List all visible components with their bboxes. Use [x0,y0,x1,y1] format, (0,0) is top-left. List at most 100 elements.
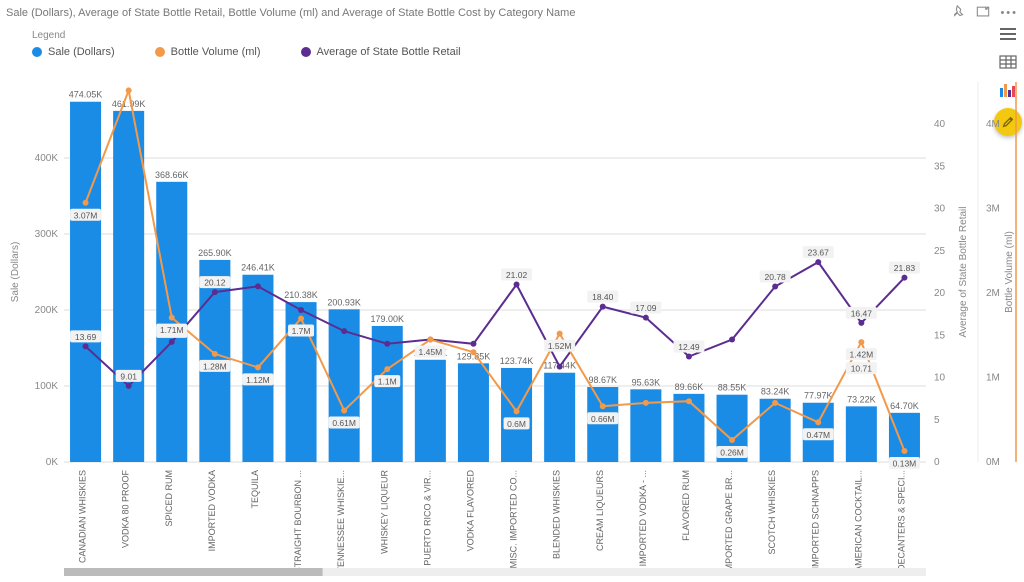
category-label: BLENDED WHISKIES [552,470,562,559]
y-left-axis-label: Sale (Dollars) [10,242,21,303]
retail-point[interactable] [815,259,821,265]
bar[interactable] [458,363,489,462]
bar[interactable] [587,387,618,462]
category-label: TENNESSEE WHISKIE... [336,470,346,573]
volume-point[interactable] [557,331,563,337]
bar[interactable] [70,102,101,462]
retail-label: 20.78 [765,272,787,282]
volume-point[interactable] [901,448,907,454]
legend-item-sale[interactable]: Sale (Dollars) [32,46,115,58]
retail-point[interactable] [901,275,907,281]
bar[interactable] [846,406,877,462]
retail-point[interactable] [384,341,390,347]
retail-label: 21.02 [506,270,528,280]
volume-point[interactable] [686,398,692,404]
y-right1-axis-label: Average of State Bottle Retail [958,206,969,337]
hamburger-icon[interactable] [997,24,1019,44]
bar[interactable] [113,111,144,462]
bar-value-label: 368.66K [155,170,189,180]
bar[interactable] [889,413,920,462]
category-label: CREAM LIQUEURS [595,470,605,551]
retail-point[interactable] [126,383,132,389]
volume-point[interactable] [126,87,132,93]
volume-point[interactable] [815,419,821,425]
retail-point[interactable] [83,343,89,349]
bar[interactable] [415,360,446,462]
retail-label: 18.40 [592,292,614,302]
volume-point[interactable] [427,337,433,343]
volume-label: 1.12M [246,375,270,385]
volume-point[interactable] [341,407,347,413]
retail-point[interactable] [858,320,864,326]
category-label: IMPORTED SCHNAPPS [810,470,820,569]
svg-text:3M: 3M [986,204,1000,215]
volume-point[interactable] [858,339,864,345]
volume-point[interactable] [729,437,735,443]
focus-mode-icon[interactable] [976,5,990,22]
bar-value-label: 210.38K [284,290,318,300]
volume-label: 1.71M [160,325,184,335]
bar[interactable] [156,182,187,462]
volume-point[interactable] [212,351,218,357]
more-options-icon[interactable]: ••• [1000,7,1018,19]
volume-label: 0.47M [806,430,830,440]
legend-label-volume: Bottle Volume (ml) [171,46,261,58]
svg-text:200K: 200K [35,305,59,316]
category-label: SCOTCH WHISKIES [767,470,777,555]
volume-label: 0.61M [332,418,356,428]
volume-point[interactable] [772,400,778,406]
category-label: PUERTO RICO & VIR... [422,470,432,566]
volume-label: 10.71 [851,364,873,374]
legend-item-retail[interactable]: Average of State Bottle Retail [301,46,461,58]
volume-point[interactable] [169,315,175,321]
bar-value-label: 265.90K [198,248,232,258]
retail-point[interactable] [557,364,563,370]
volume-point[interactable] [600,403,606,409]
svg-text:0: 0 [934,457,940,468]
retail-point[interactable] [298,307,304,313]
retail-label: 9.01 [120,371,137,381]
svg-text:35: 35 [934,161,946,172]
bar[interactable] [501,368,532,462]
volume-point[interactable] [384,366,390,372]
volume-label: 0.26M [720,448,744,458]
bar-value-label: 83.24K [761,387,790,397]
combo-chart[interactable]: 0K100K200K300K400K05101520253035400M1M2M… [0,70,1024,582]
svg-text:40: 40 [934,119,946,130]
retail-label: 21.83 [894,263,916,273]
retail-point[interactable] [212,289,218,295]
volume-label: 0.6M [507,419,526,429]
retail-point[interactable] [686,354,692,360]
bar[interactable] [544,373,575,462]
legend-item-volume[interactable]: Bottle Volume (ml) [155,46,261,58]
retail-point[interactable] [169,339,175,345]
retail-point[interactable] [643,315,649,321]
retail-point[interactable] [255,283,261,289]
retail-point[interactable] [341,328,347,334]
volume-point[interactable] [470,349,476,355]
legend-swatch-retail [301,47,311,57]
volume-label: 0.66M [591,414,615,424]
bar-value-label: 98.67K [588,375,617,385]
svg-text:30: 30 [934,204,946,215]
pin-icon[interactable] [952,5,966,22]
retail-point[interactable] [470,341,476,347]
retail-point[interactable] [514,281,520,287]
retail-label: 16.47 [851,308,873,318]
volume-point[interactable] [255,364,261,370]
retail-point[interactable] [772,284,778,290]
bar-value-label: 73.22K [847,394,876,404]
volume-point[interactable] [298,315,304,321]
volume-point[interactable] [643,400,649,406]
table-view-icon[interactable] [997,52,1019,72]
volume-point[interactable] [83,200,89,206]
retail-point[interactable] [600,304,606,310]
category-scrollbar-thumb[interactable] [64,568,323,576]
volume-label: 1.1M [378,377,397,387]
volume-point[interactable] [514,408,520,414]
category-label: IMPORTED VODKA [207,470,217,551]
volume-label: 1.7M [292,326,311,336]
category-label: STRAIGHT BOURBON ... [293,470,303,573]
retail-point[interactable] [729,337,735,343]
category-label: VODKA 80 PROOF [121,470,131,549]
